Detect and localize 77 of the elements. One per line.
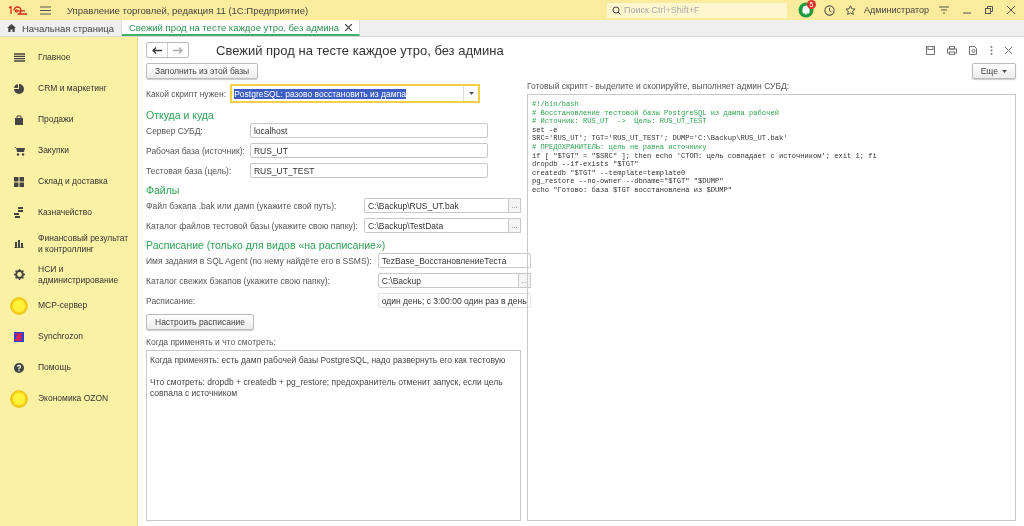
coins-icon <box>14 207 24 218</box>
history-icon[interactable] <box>824 4 836 16</box>
back-arrow-icon <box>152 46 162 54</box>
grid-icon <box>14 176 24 187</box>
field-label: Файл бэкапа .bak или дамп (укажите свой путь): <box>146 200 338 211</box>
script-dropdown[interactable]: PostgreSQL: разово восстановить из дампа <box>230 84 481 103</box>
preview-icon[interactable] <box>969 45 978 55</box>
bag-icon <box>14 114 24 125</box>
menu-icon[interactable] <box>40 5 51 15</box>
bell-icon[interactable] <box>798 2 815 18</box>
settings-icon <box>13 269 25 280</box>
sidebar-item[interactable]: Казначейство <box>38 207 134 218</box>
field-label: Тестовая база (цель): <box>146 165 233 176</box>
field-label: Каталог файлов тестовой базы (укажите свою папку): <box>146 220 358 231</box>
sidebar-item[interactable]: Закупки <box>38 145 134 156</box>
cart-icon <box>13 145 25 156</box>
notes-text-area[interactable]: Когда применять: есть дамп рабочей базы PostgreSQL, надо развернуть его как тестовую Что смотреть: dropdb + createdb + pg_restore; предохранитель отменит запуск, если цель совпала с источником <box>146 350 521 521</box>
section-heading: Файлы <box>146 184 181 196</box>
section-heading: Расписание (только для видов «на расписание») <box>146 239 387 251</box>
text-field[interactable]: TezBase_ВосстановлениеТеста <box>377 253 531 268</box>
text-field[interactable]: localhost <box>249 123 488 138</box>
more-button[interactable]: Еще <box>971 63 1016 79</box>
field-label: Имя задания в SQL Agent (по нему найдёте его в SSMS): <box>146 255 372 266</box>
sidebar-item[interactable]: Склад и доставка <box>38 176 134 187</box>
text-field[interactable]: C:\Backup\RUS_UT.bak <box>364 198 509 213</box>
forward-arrow-icon <box>173 46 183 54</box>
save-icon[interactable] <box>926 45 935 55</box>
search-box[interactable]: Поиск Ctrl+Shift+F <box>607 2 788 18</box>
sidebar-item[interactable]: MCP-сервер <box>38 300 134 311</box>
fill-button[interactable]: Заполнить из этой базы <box>146 63 259 79</box>
text-field[interactable]: RUS_UT_TEST <box>249 163 488 178</box>
sidebar-item[interactable]: Помощь <box>38 362 134 373</box>
script-label: Готовый скрипт - выделите и скопируйте, выполняет админ СУБД: <box>527 81 791 91</box>
print-icon[interactable] <box>947 45 957 55</box>
sidebar-item[interactable]: Главное <box>38 52 134 63</box>
circle-icon <box>10 389 28 408</box>
user-name[interactable]: Администратор <box>864 5 929 15</box>
form-title: Свежий прод на тесте каждое утро, без админа <box>216 42 505 58</box>
close-icon[interactable] <box>345 23 353 31</box>
field-label: Рабочая база (источник): <box>146 145 245 156</box>
sidebar-item[interactable]: Synchrozon <box>38 331 134 342</box>
field-label: Сервер СУБД: <box>146 125 204 136</box>
sidebar-item[interactable]: Продажи <box>38 114 134 125</box>
pie-chart-icon <box>14 83 24 94</box>
home-icon <box>7 24 16 32</box>
circle-icon <box>10 296 28 315</box>
help-icon <box>14 362 24 373</box>
more-icon[interactable] <box>990 45 993 55</box>
star-icon[interactable] <box>845 4 857 16</box>
search-icon <box>612 5 622 15</box>
notes-label: Когда применять и что смотреть: <box>146 337 277 347</box>
menu-icon <box>13 53 25 62</box>
text-field[interactable]: C:\Backup\TestData <box>364 218 509 233</box>
schedule-button[interactable]: Настроить расписание <box>146 314 255 330</box>
field-label: Расписание: <box>146 295 197 306</box>
sidebar-item[interactable]: Экономика OZON <box>38 393 134 404</box>
flag-icon <box>14 331 24 342</box>
caret-icon <box>468 92 474 95</box>
bar-chart-icon <box>14 239 24 248</box>
field-label: Какой скрипт нужен: <box>146 88 227 99</box>
section-heading: Откуда и куда <box>146 109 215 121</box>
sidebar-item[interactable]: CRM и маркетинг <box>38 83 134 94</box>
tab[interactable]: Свежий прод на тесте каждое утро, без админа <box>121 20 361 36</box>
restore-icon[interactable] <box>985 6 993 14</box>
close-icon[interactable] <box>1005 46 1012 54</box>
logo-icon <box>8 5 27 15</box>
app-title: Управление торговлей, редакция 11 (1С:Предприятие) <box>67 4 310 16</box>
tab[interactable]: Начальная страница <box>0 20 122 36</box>
schedule-field[interactable]: один день; с 3:00:00 один раз в день <box>377 293 531 308</box>
sidebar-item[interactable]: НСИ и администрирование <box>38 263 134 286</box>
text-field[interactable]: C:\Backup <box>377 273 519 288</box>
caret-icon <box>1002 69 1007 73</box>
sidebar-item[interactable]: Финансовый результат и контроллинг <box>38 232 134 255</box>
close-icon[interactable] <box>1007 6 1015 14</box>
field-label: Каталог свежих бэкапов (укажите свою папку): <box>146 275 331 286</box>
text-field[interactable]: RUS_UT <box>249 143 488 158</box>
search-field[interactable]: Поиск Ctrl+Shift+F <box>624 5 775 15</box>
